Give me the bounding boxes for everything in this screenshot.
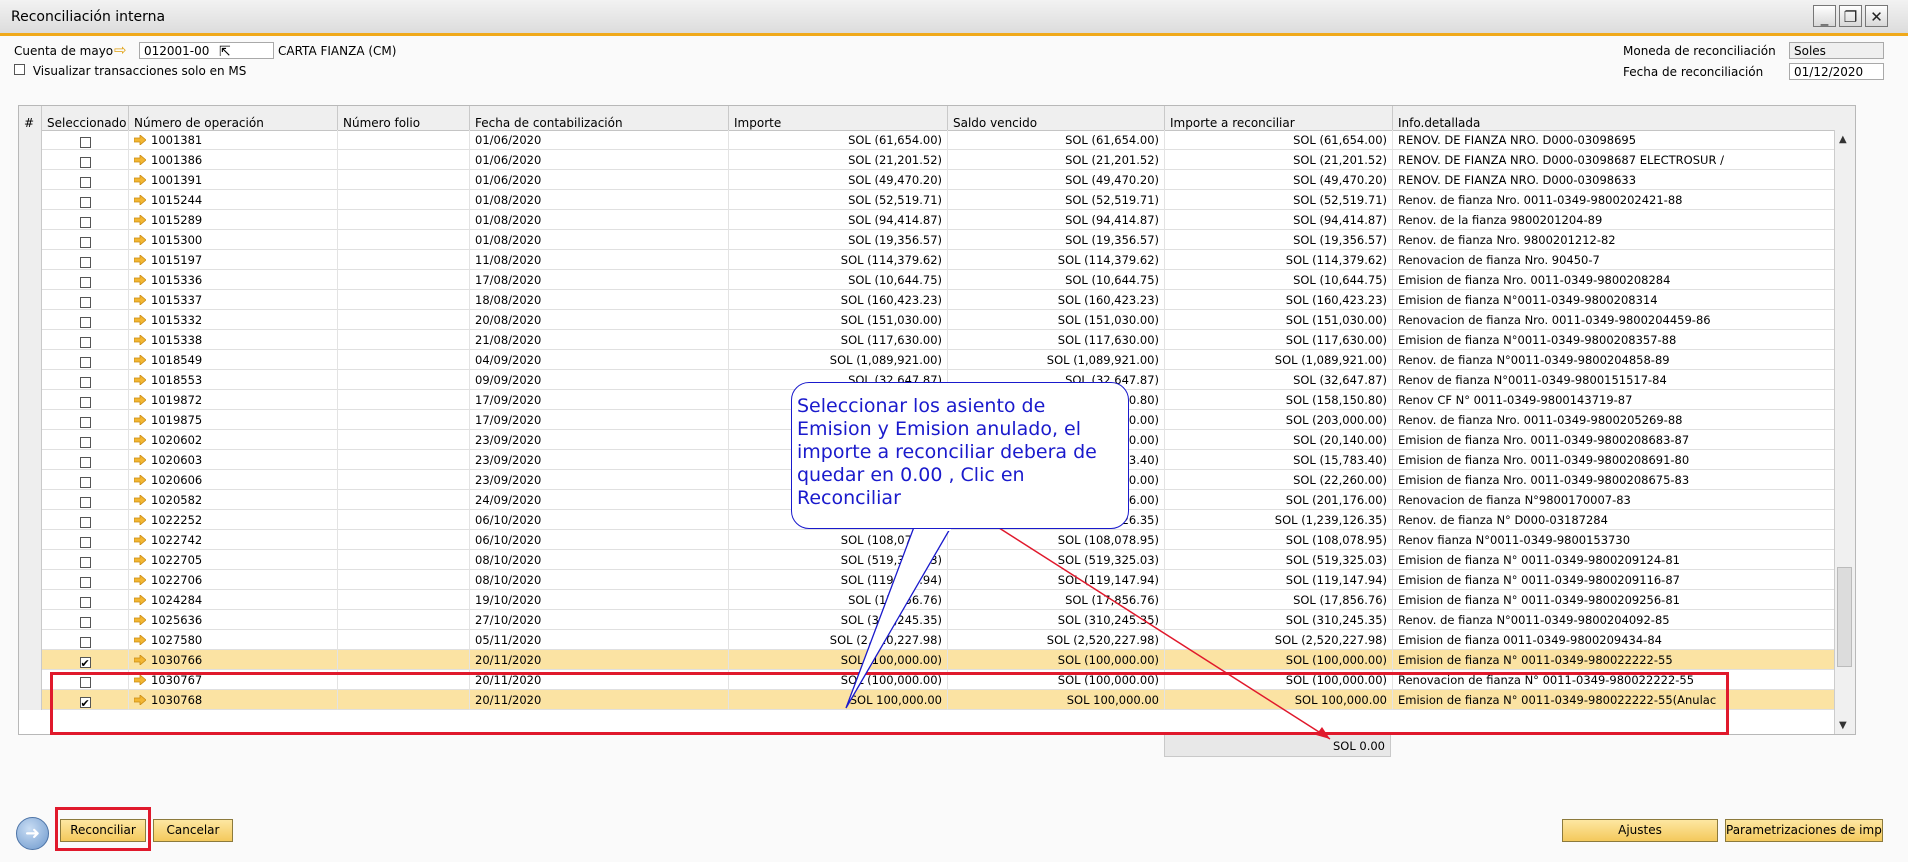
reconciliation-window: Reconciliación interna _ ❐ ✕ Cuenta de m… — [0, 0, 1908, 862]
cancel-button[interactable]: Cancelar — [153, 819, 233, 842]
callout-tail — [845, 526, 953, 709]
adjustments-button[interactable]: Ajustes — [1562, 819, 1718, 842]
reconcile-button[interactable]: Reconciliar — [60, 819, 146, 842]
back-arrow-icon[interactable]: ➜ — [16, 817, 49, 850]
parametrizations-button[interactable]: Parametrizaciones de impre — [1725, 819, 1883, 842]
instruction-callout: Seleccionar los asiento de Emision y Emi… — [791, 382, 1129, 529]
pointer-arrowhead-icon — [1316, 727, 1330, 739]
